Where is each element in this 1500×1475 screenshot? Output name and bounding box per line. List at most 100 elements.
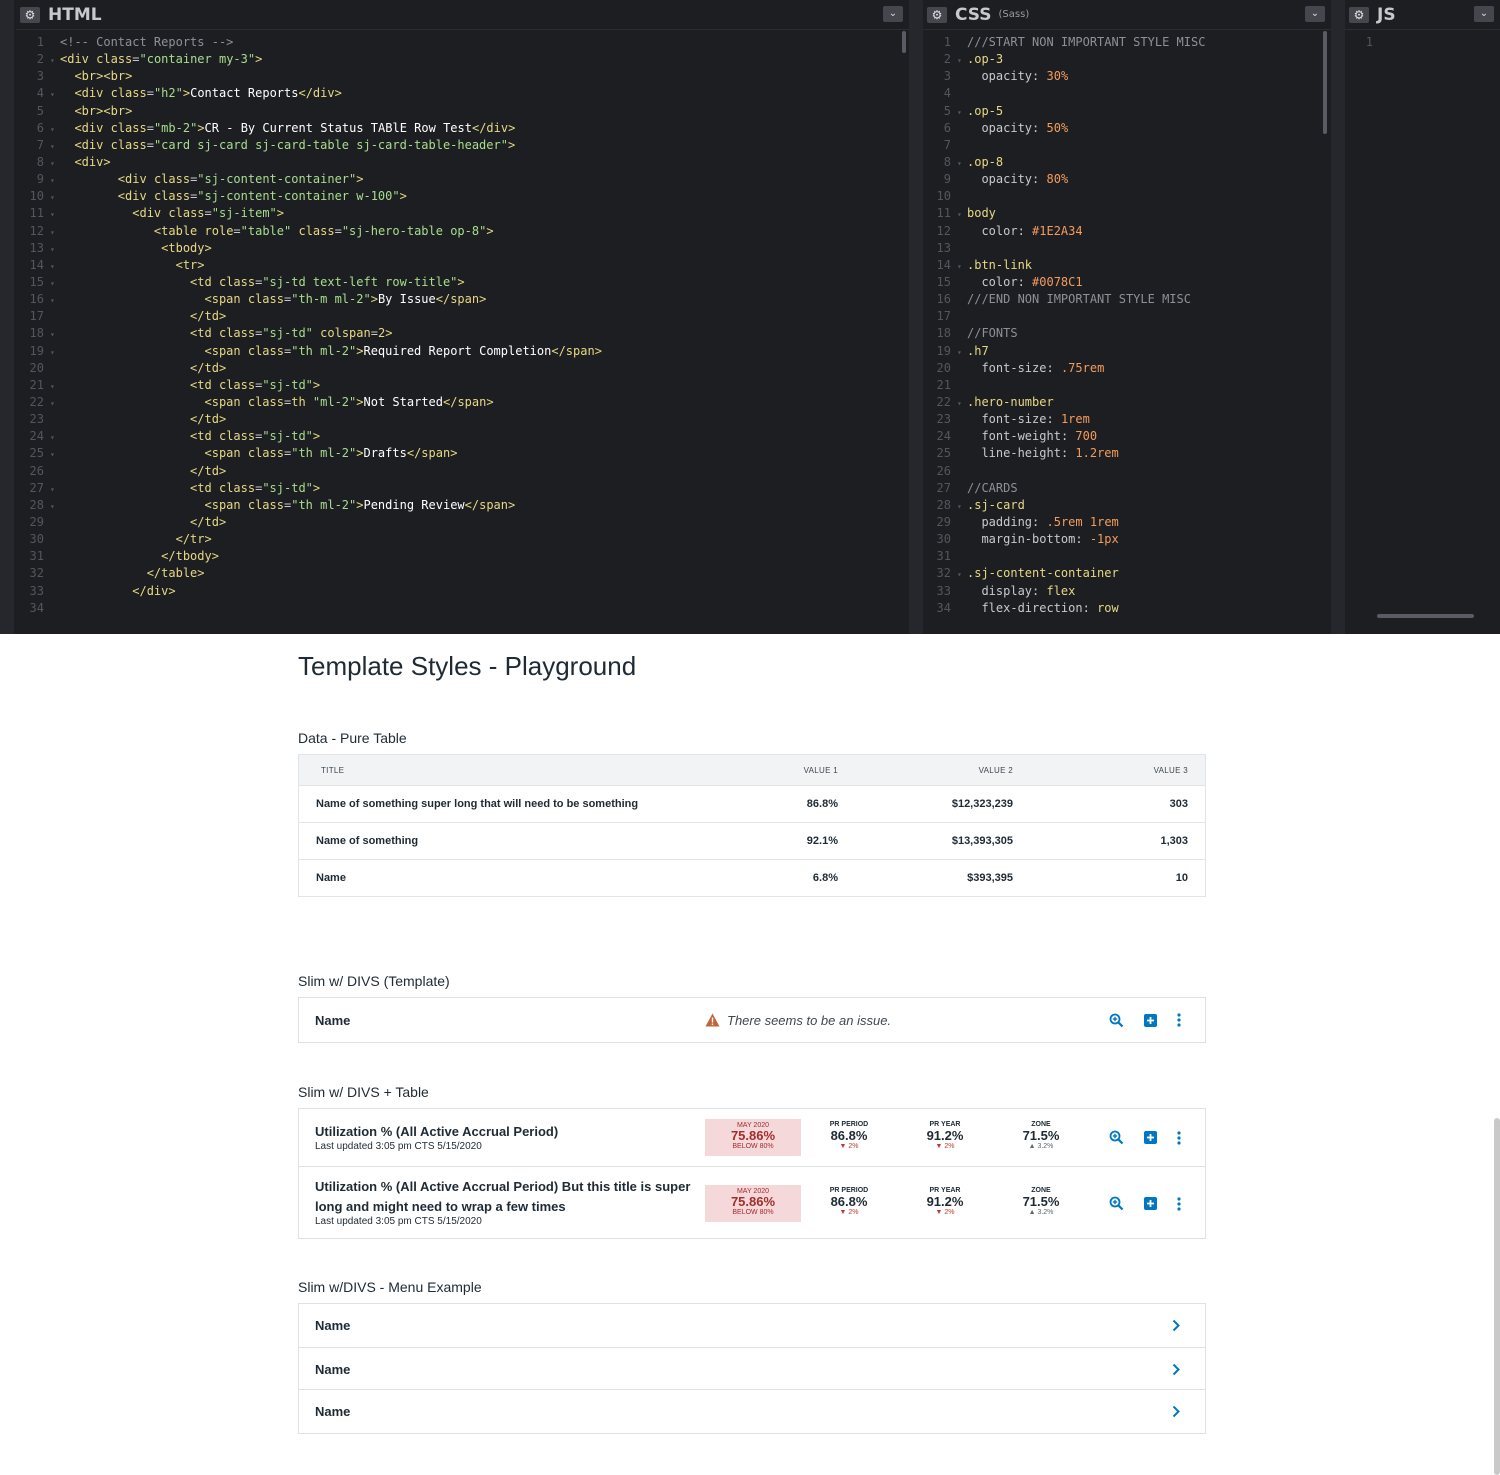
code-line[interactable]: 19 ▾ .h7	[923, 343, 1331, 360]
more-vertical-icon[interactable]	[1170, 1195, 1188, 1213]
code-line[interactable]: 19 ▾ <span class="th ml-2">Required Repor…	[16, 343, 909, 360]
code-line[interactable]: 17 </td>	[16, 308, 909, 325]
code-line[interactable]: 24 ▾ <td class="sj-td">	[16, 428, 909, 445]
pane-resizer-left[interactable]	[0, 0, 14, 634]
more-vertical-icon[interactable]	[1170, 1011, 1188, 1029]
code-line[interactable]: 4 ▾ <div class="h2">Contact Reports</div>	[16, 85, 909, 102]
code-line[interactable]: 16 ▾ <span class="th-m ml-2">By Issue</sp…	[16, 291, 909, 308]
code-line[interactable]: 33 display: flex	[923, 583, 1331, 600]
js-pane-collapse-chevron-icon[interactable]: ⌄	[1474, 6, 1494, 22]
css-settings-gear-icon[interactable]: ⚙	[927, 6, 947, 23]
code-line[interactable]: 9 ▾ <div class="sj-content-container">	[16, 171, 909, 188]
menu-item[interactable]: Name	[299, 1346, 1205, 1390]
code-line[interactable]: 2 ▾ .op-3	[923, 51, 1331, 68]
code-line[interactable]: 26 </td>	[16, 463, 909, 480]
pane-resizer-right[interactable]	[1331, 0, 1345, 634]
code-line[interactable]: 1 <!-- Contact Reports -->	[16, 34, 909, 51]
code-line[interactable]: 22 ▾ .hero-number	[923, 394, 1331, 411]
code-line[interactable]: 13	[923, 240, 1331, 257]
zoom-in-icon[interactable]	[1107, 1195, 1125, 1213]
line-number: 1	[36, 35, 44, 49]
menu-item[interactable]: Name	[299, 1389, 1205, 1432]
code-line[interactable]: 33 </div>	[16, 583, 909, 600]
code-line[interactable]: 2 ▾ <div class="container my-3">	[16, 51, 909, 68]
html-pane-collapse-chevron-icon[interactable]: ⌄	[883, 6, 903, 22]
code-line[interactable]: 32 ▾ .sj-content-container	[923, 565, 1331, 582]
code-line[interactable]: 3 opacity: 30%	[923, 68, 1331, 85]
code-line[interactable]: 28 ▾ <span class="th ml-2">Pending Review…	[16, 497, 909, 514]
code-line[interactable]: 34	[16, 600, 909, 617]
code-line[interactable]: 9 opacity: 80%	[923, 171, 1331, 188]
html-settings-gear-icon[interactable]: ⚙	[20, 6, 40, 23]
code-line[interactable]: 11 ▾ body	[923, 205, 1331, 222]
code-line[interactable]: 27//CARDS	[923, 480, 1331, 497]
code-line[interactable]: 21	[923, 377, 1331, 394]
code-line[interactable]: 14 ▾ .btn-link	[923, 257, 1331, 274]
code-line[interactable]: 6 ▾ <div class="mb-2">CR - By Current Sta…	[16, 120, 909, 137]
code-line[interactable]: 34 flex-direction: row	[923, 600, 1331, 617]
zoom-in-icon[interactable]	[1107, 1011, 1125, 1029]
html-code-area[interactable]: 1 <!-- Contact Reports --> 2 ▾ <div class="c…	[16, 34, 909, 620]
add-square-icon[interactable]	[1141, 1011, 1159, 1029]
code-line[interactable]: 5 <br><br>	[16, 103, 909, 120]
code-line[interactable]: 23 font-size: 1rem	[923, 411, 1331, 428]
pane-resizer-middle[interactable]	[909, 0, 923, 634]
code-line[interactable]: 22 ▾ <span class=th "ml-2">Not Started</s…	[16, 394, 909, 411]
menu-item[interactable]: Name	[299, 1304, 1205, 1347]
css-pane-collapse-chevron-icon[interactable]: ⌄	[1305, 6, 1325, 22]
code-line[interactable]: 29 padding: .5rem 1rem	[923, 514, 1331, 531]
code-line[interactable]: 15 color: #0078C1	[923, 274, 1331, 291]
zoom-in-icon[interactable]	[1107, 1129, 1125, 1147]
code-line[interactable]: 26	[923, 463, 1331, 480]
code-line[interactable]: 12 color: #1E2A34	[923, 223, 1331, 240]
code-line[interactable]: 30 </tr>	[16, 531, 909, 548]
code-line[interactable]: 25 line-height: 1.2rem	[923, 445, 1331, 462]
html-vertical-scrollbar[interactable]	[902, 31, 906, 53]
code-line[interactable]: 10	[923, 188, 1331, 205]
code-line[interactable]: 20 font-size: .75rem	[923, 360, 1331, 377]
code-line[interactable]: 23 </td>	[16, 411, 909, 428]
code-line[interactable]: 7	[923, 137, 1331, 154]
preview-vertical-scrollbar[interactable]	[1494, 1118, 1500, 1475]
code-line[interactable]: 16///END NON IMPORTANT STYLE MISC	[923, 291, 1331, 308]
code-line[interactable]: 10 ▾ <div class="sj-content-container w-1…	[16, 188, 909, 205]
code-line[interactable]: 13 ▾ <tbody>	[16, 240, 909, 257]
code-line[interactable]: 7 ▾ <div class="card sj-card sj-card-tabl…	[16, 137, 909, 154]
code-line[interactable]: 8 ▾ .op-8	[923, 154, 1331, 171]
js-settings-gear-icon[interactable]: ⚙	[1349, 6, 1369, 23]
css-code-area[interactable]: 1///START NON IMPORTANT STYLE MISC 2 ▾ .op-…	[923, 34, 1331, 620]
code-line[interactable]: 31	[923, 548, 1331, 565]
code-line[interactable]: 29 </td>	[16, 514, 909, 531]
code-line[interactable]: 14 ▾ <tr>	[16, 257, 909, 274]
code-line[interactable]: 6 opacity: 50%	[923, 120, 1331, 137]
css-vertical-scrollbar[interactable]	[1323, 31, 1327, 134]
code-line[interactable]: 18 ▾ <td class="sj-td" colspan=2>	[16, 325, 909, 342]
code-line[interactable]: 27 ▾ <td class="sj-td">	[16, 480, 909, 497]
html-pane-title: HTML	[48, 4, 102, 25]
code-line[interactable]: 30 margin-bottom: -1px	[923, 531, 1331, 548]
code-line[interactable]: 31 </tbody>	[16, 548, 909, 565]
code-line[interactable]: 1	[1345, 34, 1500, 51]
row-title: Name of something super long that will n…	[316, 798, 639, 810]
more-vertical-icon[interactable]	[1170, 1129, 1188, 1147]
code-line[interactable]: 3 <br><br>	[16, 68, 909, 85]
code-line[interactable]: 11 ▾ <div class="sj-item">	[16, 205, 909, 222]
code-line[interactable]: 1///START NON IMPORTANT STYLE MISC	[923, 34, 1331, 51]
code-line[interactable]: 21 ▾ <td class="sj-td">	[16, 377, 909, 394]
code-line[interactable]: 12 ▾ <table role="table" class="sj-hero-t…	[16, 223, 909, 240]
code-line[interactable]: 32 </table>	[16, 565, 909, 582]
code-line[interactable]: 8 ▾ <div>	[16, 154, 909, 171]
code-line[interactable]: 4	[923, 85, 1331, 102]
code-line[interactable]: 28 ▾ .sj-card	[923, 497, 1331, 514]
code-line[interactable]: 25 ▾ <span class="th ml-2">Drafts</span>	[16, 445, 909, 462]
code-line[interactable]: 20 </td>	[16, 360, 909, 377]
code-line[interactable]: 15 ▾ <td class="sj-td text-left row-title…	[16, 274, 909, 291]
code-line[interactable]: 24 font-weight: 700	[923, 428, 1331, 445]
add-square-icon[interactable]	[1141, 1195, 1159, 1213]
code-line[interactable]: 18//FONTS	[923, 325, 1331, 342]
code-line[interactable]: 5 ▾ .op-5	[923, 103, 1331, 120]
js-code-area[interactable]: 1	[1345, 34, 1500, 620]
js-horizontal-scrollbar[interactable]	[1377, 614, 1474, 618]
code-line[interactable]: 17	[923, 308, 1331, 325]
add-square-icon[interactable]	[1141, 1129, 1159, 1147]
